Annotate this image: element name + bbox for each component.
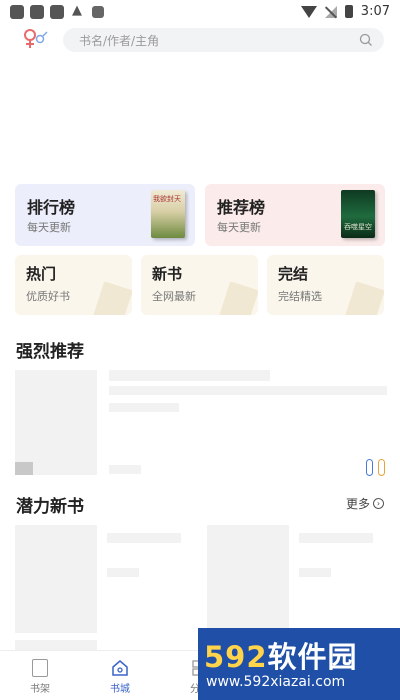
more-link[interactable]: 更多 › [346,495,384,512]
status-bar: ▲ 3:07 [0,0,400,24]
watermark-brand: 592软件园 [204,634,358,676]
category-finished[interactable]: 完结 完结精选 [267,255,384,315]
watermark-brand-text: 软件园 [267,640,358,674]
notification-icon [92,6,104,18]
category-subtitle: 优质好书 [26,290,70,303]
recommend-subtitle: 每天更新 [217,221,261,234]
book-cover-placeholder [15,370,97,475]
chevron-right-icon: › [373,498,384,509]
watermark-brand-number: 592 [204,640,268,674]
text-placeholder [299,568,331,577]
more-label: 更多 [345,497,370,511]
book-decoration-icon [345,281,384,315]
nav-label: 书城 [110,684,130,695]
nav-label: 书架 [30,684,50,695]
text-placeholder [15,640,97,650]
book-cover-image: 吞噬星空 [341,190,375,238]
section-title-potential-new: 潜力新书 [16,497,84,517]
warning-icon: ▲ [72,3,82,18]
notification-icon [30,5,44,19]
text-placeholder [109,465,141,474]
switch-toggle-icon[interactable] [378,459,385,476]
placeholder-badge [15,462,33,475]
watermark-logo: 592软件园 www.592xiazai.com [198,628,400,700]
category-title: 新书 [152,265,183,283]
text-placeholder [109,403,179,412]
ranking-card[interactable]: 排行榜 每天更新 我欲封天 [15,184,195,246]
text-placeholder [109,386,387,395]
notification-icon [10,5,24,19]
battery-icon [344,5,353,18]
home-icon [112,660,128,676]
book-decoration-icon [219,281,258,315]
nav-bookstore[interactable]: 书城 [100,659,140,695]
status-time: 3:07 [360,4,390,19]
section-title-strong-recommend: 强烈推荐 [16,342,84,362]
category-new[interactable]: 新书 全网最新 [141,255,258,315]
recommend-title: 推荐榜 [217,198,266,217]
search-icon[interactable] [359,33,373,47]
cover-title: 吞噬星空 [344,223,372,231]
search-placeholder: 书名/作者/主角 [79,34,160,48]
text-placeholder [299,533,373,543]
recommend-card[interactable]: 推荐榜 每天更新 吞噬星空 [205,184,385,246]
status-right: 3:07 [300,4,390,19]
ranking-subtitle: 每天更新 [27,221,71,234]
wifi-icon [300,5,317,18]
cover-title: 我欲封天 [153,195,181,203]
text-placeholder [109,370,270,381]
book-cover-image: 我欲封天 [151,190,185,238]
category-subtitle: 全网最新 [152,290,196,303]
category-title: 热门 [26,265,57,283]
search-input[interactable]: 书名/作者/主角 [63,28,384,52]
category-hot[interactable]: 热门 优质好书 [15,255,132,315]
text-placeholder [107,533,181,543]
text-placeholder [107,568,139,577]
bookshelf-icon [32,659,48,677]
category-subtitle: 完结精选 [278,290,322,303]
no-signal-icon [324,5,337,18]
gender-switch-icon[interactable] [20,26,50,52]
book-decoration-icon [93,281,132,315]
category-title: 完结 [278,265,309,283]
book-cover-placeholder [15,525,97,633]
watermark-url: www.592xiazai.com [206,674,346,690]
switch-toggle-icon[interactable] [366,459,373,476]
ranking-title: 排行榜 [27,198,76,217]
book-cover-placeholder [207,525,289,633]
nav-bookshelf[interactable]: 书架 [20,659,60,695]
notification-icon [50,5,64,19]
